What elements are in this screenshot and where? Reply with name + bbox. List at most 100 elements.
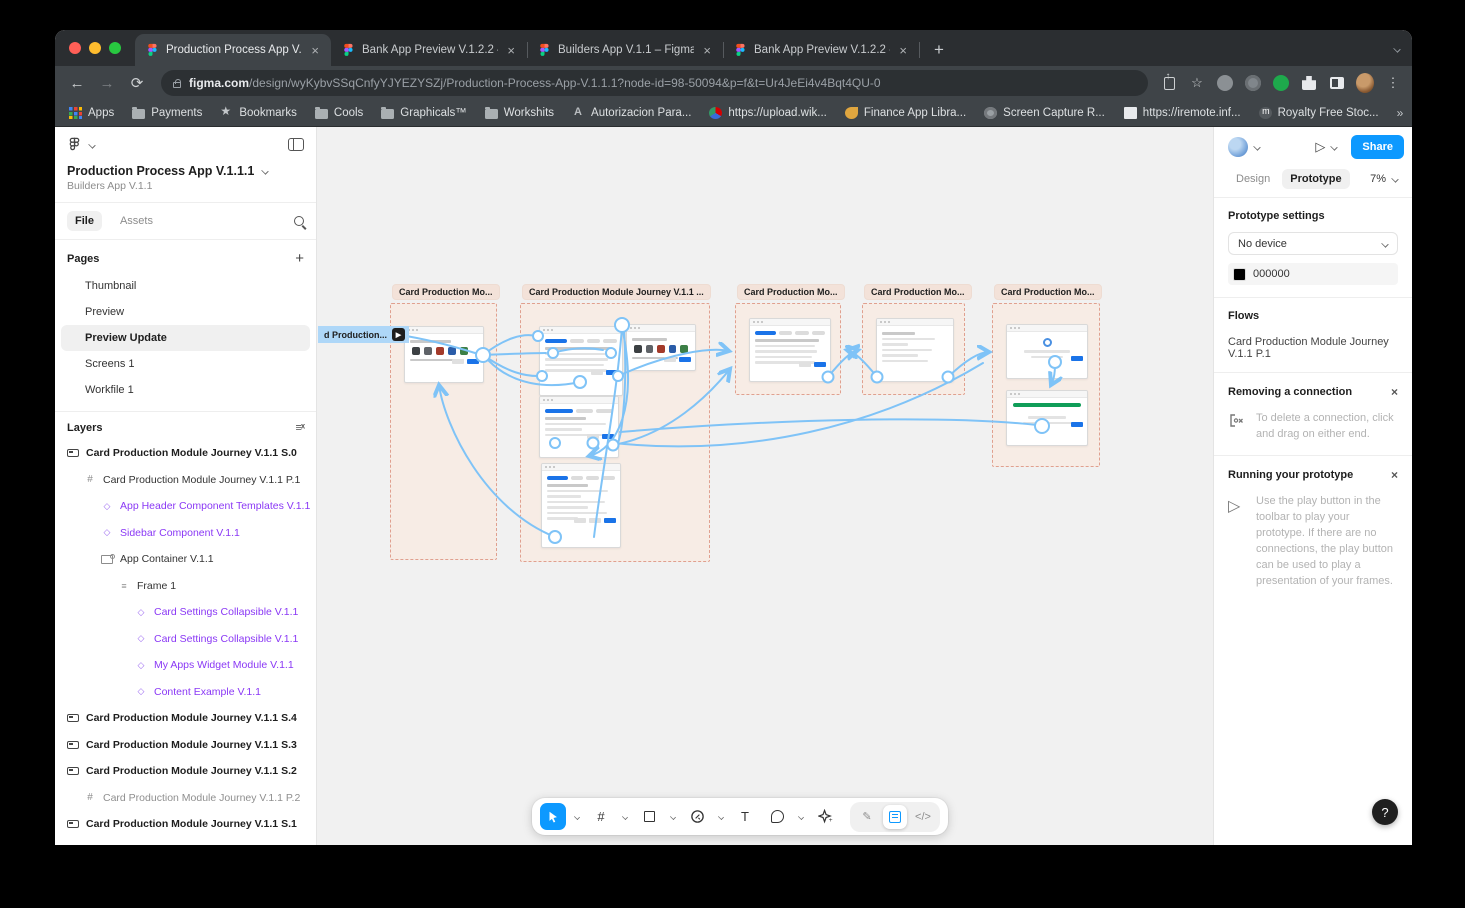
section-label[interactable]: Card Production Mo... xyxy=(392,284,500,300)
frame-thumbnail[interactable] xyxy=(541,463,621,548)
bookmark-star-icon[interactable]: ☆ xyxy=(1188,74,1206,92)
screenshot-extension-icon[interactable] xyxy=(1244,74,1262,92)
bookmark-item[interactable]: Workshits xyxy=(485,107,554,119)
close-icon[interactable]: × xyxy=(1391,468,1398,482)
dev-mode-code-icon[interactable]: </> xyxy=(911,805,935,829)
file-title-chevron-icon[interactable] xyxy=(262,167,269,174)
flow-start-label[interactable]: d Production... ▶ xyxy=(318,326,409,343)
layer-row[interactable]: ◇Card Settings Collapsible V.1.1 xyxy=(55,599,316,626)
layer-row[interactable]: App Container V.1.1 xyxy=(55,546,316,573)
layers-options-icon[interactable]: ≡ˣ xyxy=(296,422,304,434)
layer-row[interactable]: #Card Production Module Journey V.1.1 P.… xyxy=(55,785,316,812)
layer-row[interactable]: Card Production Module Journey V.1.1 S.2 xyxy=(55,758,316,785)
add-page-icon[interactable]: + xyxy=(295,250,304,267)
canvas-section[interactable] xyxy=(992,303,1100,467)
frame-tool-icon[interactable]: # xyxy=(588,803,614,830)
browser-tab[interactable]: Bank App Preview V.1.2.2 - Ba× xyxy=(723,34,919,66)
tab-close-icon[interactable]: × xyxy=(897,43,909,58)
play-prototype-icon[interactable]: ▷ xyxy=(1315,139,1325,155)
share-icon[interactable] xyxy=(1160,74,1178,92)
tab-close-icon[interactable]: × xyxy=(701,43,713,58)
browser-tab[interactable]: Production Process App V.1.1.1× xyxy=(135,34,331,66)
back-icon[interactable]: ← xyxy=(65,75,89,92)
frame-thumbnail[interactable] xyxy=(626,324,696,371)
bookmark-item[interactable]: https://upload.wik... xyxy=(709,107,826,119)
tab-prototype[interactable]: Prototype xyxy=(1282,169,1349,189)
page-item[interactable]: Screens 1 xyxy=(61,351,310,377)
page-item[interactable]: Preview xyxy=(61,299,310,325)
canvas-section[interactable] xyxy=(520,303,710,562)
canvas-section[interactable] xyxy=(862,303,965,395)
tab-file[interactable]: File xyxy=(67,211,102,231)
layer-row[interactable]: Card Production Module Journey V.1.1 S.4 xyxy=(55,705,316,732)
frame-thumbnail[interactable] xyxy=(404,326,484,383)
avatar-chevron-icon[interactable] xyxy=(1253,143,1260,150)
shape-tool-chevron-icon[interactable] xyxy=(668,814,678,820)
section-label[interactable]: Card Production Mo... xyxy=(864,284,972,300)
frame-thumbnail[interactable] xyxy=(1006,390,1088,446)
password-manager-extension-icon[interactable] xyxy=(1216,74,1234,92)
layer-row[interactable]: ◇App Header Component Templates V.1.1 xyxy=(55,493,316,520)
browser-tab[interactable]: Bank App Preview V.1.2.2 – Fig× xyxy=(331,34,527,66)
comment-tool-icon[interactable] xyxy=(764,803,790,830)
page-item[interactable]: Workfile 1 xyxy=(61,377,310,403)
draw-pencil-icon[interactable]: ✎ xyxy=(855,805,879,829)
page-item-selected[interactable]: Preview Update xyxy=(61,325,310,351)
url-text[interactable]: figma.com/design/wyKybvSSqCnfyYJYEZYSZj/… xyxy=(189,76,881,90)
bookmark-item[interactable]: https://iremote.inf... xyxy=(1123,107,1241,119)
canvas-section[interactable] xyxy=(735,303,841,395)
bookmark-item[interactable]: Bookmarks xyxy=(220,107,297,119)
main-menu-chevron-icon[interactable] xyxy=(88,141,95,148)
comment-tool-chevron-icon[interactable] xyxy=(796,814,806,820)
layer-row[interactable]: #Card Production Module Journey V.1.1 P.… xyxy=(55,467,316,494)
adblock-extension-icon[interactable] xyxy=(1272,74,1290,92)
layer-row[interactable]: ◇Content Example V.1.1 xyxy=(55,679,316,706)
reload-icon[interactable]: ⟳ xyxy=(125,74,149,92)
lock-icon[interactable] xyxy=(173,82,181,88)
bookmark-item[interactable]: Royalty Free Stoc... xyxy=(1259,107,1379,119)
tab-search-chevron-icon[interactable] xyxy=(1394,39,1400,57)
bookmark-item[interactable]: Screen Capture R... xyxy=(984,107,1105,119)
layer-row[interactable]: ≡Frame 1 xyxy=(55,573,316,600)
tab-design[interactable]: Design xyxy=(1228,169,1278,189)
frame-thumbnail[interactable] xyxy=(876,318,954,382)
layer-row[interactable]: ◇Card Settings Collapsible V.1.1 xyxy=(55,626,316,653)
shape-tool-icon[interactable] xyxy=(636,803,662,830)
layer-row[interactable]: ◇My Apps Widget Module V.1.1 xyxy=(55,652,316,679)
frame-thumbnail[interactable] xyxy=(539,396,619,458)
browser-tab[interactable]: Builders App V.1.1 – Figma× xyxy=(527,34,723,66)
section-label[interactable]: Card Production Mo... xyxy=(737,284,845,300)
zoom-level-control[interactable]: 7% xyxy=(1370,173,1398,185)
layer-row[interactable]: Card Production Module Journey V.1.1 S.3 xyxy=(55,732,316,759)
minimize-window-button[interactable] xyxy=(89,42,101,54)
bookmark-item[interactable]: Finance App Libra... xyxy=(845,107,966,119)
forward-icon[interactable]: → xyxy=(95,75,119,92)
new-tab-button[interactable]: + xyxy=(927,40,951,60)
section-label[interactable]: Card Production Module Journey V.1.1 ... xyxy=(522,284,711,300)
actions-tool-icon[interactable]: + xyxy=(812,803,838,830)
prototype-inspect-icon[interactable] xyxy=(883,805,907,829)
toggle-sidebar-icon[interactable] xyxy=(288,138,304,151)
pen-tool-icon[interactable] xyxy=(684,803,710,830)
bookmark-item[interactable]: Autorizacion Para... xyxy=(572,107,691,119)
search-icon[interactable] xyxy=(294,216,304,226)
bookmark-item[interactable]: Apps xyxy=(69,107,114,119)
pen-tool-chevron-icon[interactable] xyxy=(716,814,726,820)
flow-name[interactable]: Card Production Module Journey V.1.1 P.1 xyxy=(1228,336,1398,360)
project-name[interactable]: Builders App V.1.1 xyxy=(55,180,316,203)
address-bar[interactable]: figma.com/design/wyKybvSSqCnfyYJYEZYSZj/… xyxy=(161,70,1148,96)
fullscreen-window-button[interactable] xyxy=(109,42,121,54)
extensions-puzzle-icon[interactable] xyxy=(1300,74,1318,92)
help-button[interactable]: ? xyxy=(1372,799,1398,825)
color-swatch[interactable] xyxy=(1233,268,1246,281)
layer-row[interactable]: Card Production Module Journey V.1.1 S.1 xyxy=(55,811,316,838)
bookmark-item[interactable]: Cools xyxy=(315,107,363,119)
close-icon[interactable]: × xyxy=(1391,385,1398,399)
move-tool-icon[interactable] xyxy=(540,803,566,830)
bookmarks-overflow-icon[interactable]: » xyxy=(1397,106,1404,120)
menu-dots-icon[interactable]: ⋮ xyxy=(1384,74,1402,92)
layer-row[interactable]: Card Production Module Journey V.1.1 S.0 xyxy=(55,440,316,467)
canvas[interactable]: Card Production Mo... Card Production Mod… xyxy=(317,127,1213,845)
move-tool-chevron-icon[interactable] xyxy=(572,814,582,820)
play-options-chevron-icon[interactable] xyxy=(1331,143,1338,150)
